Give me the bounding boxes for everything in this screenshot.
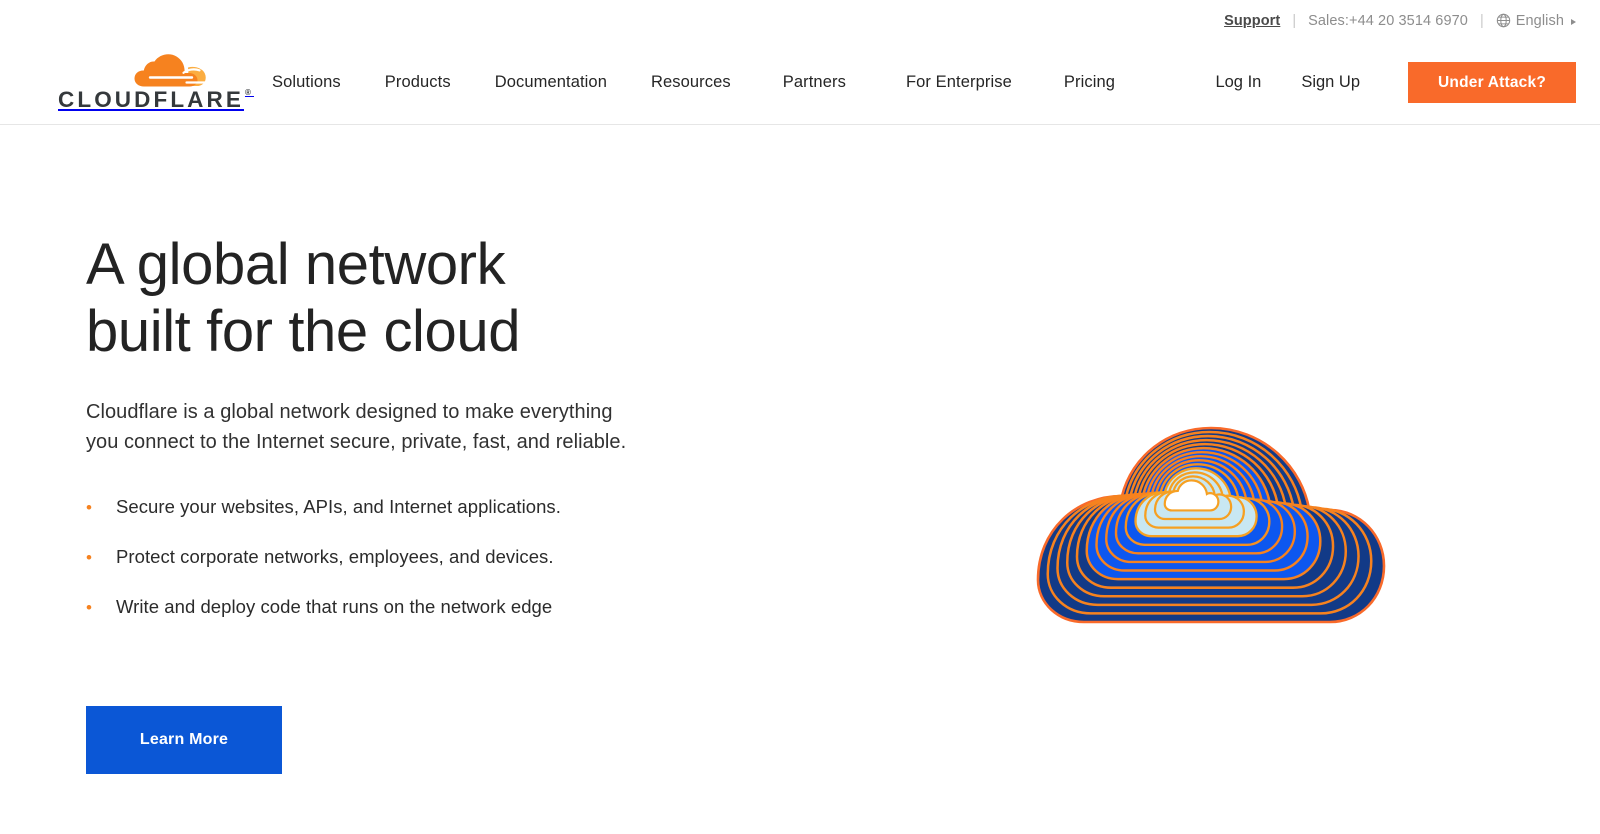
nav-item-partners[interactable]: Partners — [753, 73, 876, 92]
bullet-text: Secure your websites, APIs, and Internet… — [116, 496, 561, 518]
logo-wordmark-text: CLOUDFLARE — [58, 87, 244, 113]
under-attack-button[interactable]: Under Attack? — [1408, 62, 1576, 103]
utility-separator-1: | — [1292, 12, 1297, 29]
globe-icon — [1496, 13, 1511, 28]
main-navigation: CLOUDFLARE ® Solutions Products Documenta… — [0, 41, 1600, 125]
logo-wordmark: CLOUDFLARE ® — [58, 89, 254, 112]
bullet-text: Write and deploy code that runs on the n… — [116, 596, 553, 618]
sales-phone[interactable]: Sales:+44 20 3514 6970 — [1308, 13, 1468, 29]
hero-title-line-2: built for the cloud — [86, 299, 521, 365]
hero-title-line-1: A global network — [86, 232, 506, 297]
bullet-marker-icon: • — [86, 498, 93, 518]
nav-actions: Log In Sign Up Under Attack? — [1195, 62, 1576, 103]
hero-subtitle-line-1: Cloudflare is a global network designed … — [86, 400, 613, 423]
cloudflare-cloud-icon — [126, 53, 208, 91]
hero-content: A global network built for the cloud Clo… — [0, 125, 800, 834]
hero-bullet-list: • Secure your websites, APIs, and Intern… — [86, 496, 800, 618]
nav-item-pricing[interactable]: Pricing — [1042, 73, 1137, 92]
nav-item-for-enterprise[interactable]: For Enterprise — [876, 73, 1042, 92]
list-item: • Secure your websites, APIs, and Intern… — [86, 496, 800, 518]
bullet-marker-icon: • — [86, 598, 93, 618]
support-link[interactable]: Support — [1224, 13, 1280, 29]
hero-illustration-container — [800, 125, 1576, 834]
learn-more-button[interactable]: Learn More — [86, 706, 282, 775]
nav-item-resources[interactable]: Resources — [629, 73, 753, 92]
concentric-cloud-illustration — [868, 275, 1508, 695]
hero-subtitle-line-2: you connect to the Internet secure, priv… — [86, 430, 627, 453]
registered-mark: ® — [244, 88, 254, 98]
utility-separator-2: | — [1479, 12, 1484, 29]
utility-bar: Support | Sales:+44 20 3514 6970 | Engli… — [0, 0, 1600, 41]
sign-up-link[interactable]: Sign Up — [1281, 73, 1380, 92]
cloudflare-logo[interactable]: CLOUDFLARE ® — [58, 53, 251, 112]
caret-right-icon — [1571, 18, 1576, 25]
language-label: English — [1515, 12, 1564, 29]
list-item: • Protect corporate networks, employees,… — [86, 546, 800, 568]
hero-section: A global network built for the cloud Clo… — [0, 125, 1600, 834]
list-item: • Write and deploy code that runs on the… — [86, 596, 800, 618]
nav-links: Solutions Products Documentation Resourc… — [250, 73, 1137, 92]
nav-item-products[interactable]: Products — [363, 73, 473, 92]
language-selector[interactable]: English — [1496, 13, 1576, 29]
hero-subtitle: Cloudflare is a global network designed … — [86, 397, 631, 458]
bullet-text: Protect corporate networks, employees, a… — [116, 546, 554, 568]
bullet-marker-icon: • — [86, 548, 93, 568]
nav-item-documentation[interactable]: Documentation — [473, 73, 629, 92]
nav-item-solutions[interactable]: Solutions — [250, 73, 363, 92]
page-title: A global network built for the cloud — [86, 231, 800, 366]
log-in-link[interactable]: Log In — [1195, 73, 1281, 92]
